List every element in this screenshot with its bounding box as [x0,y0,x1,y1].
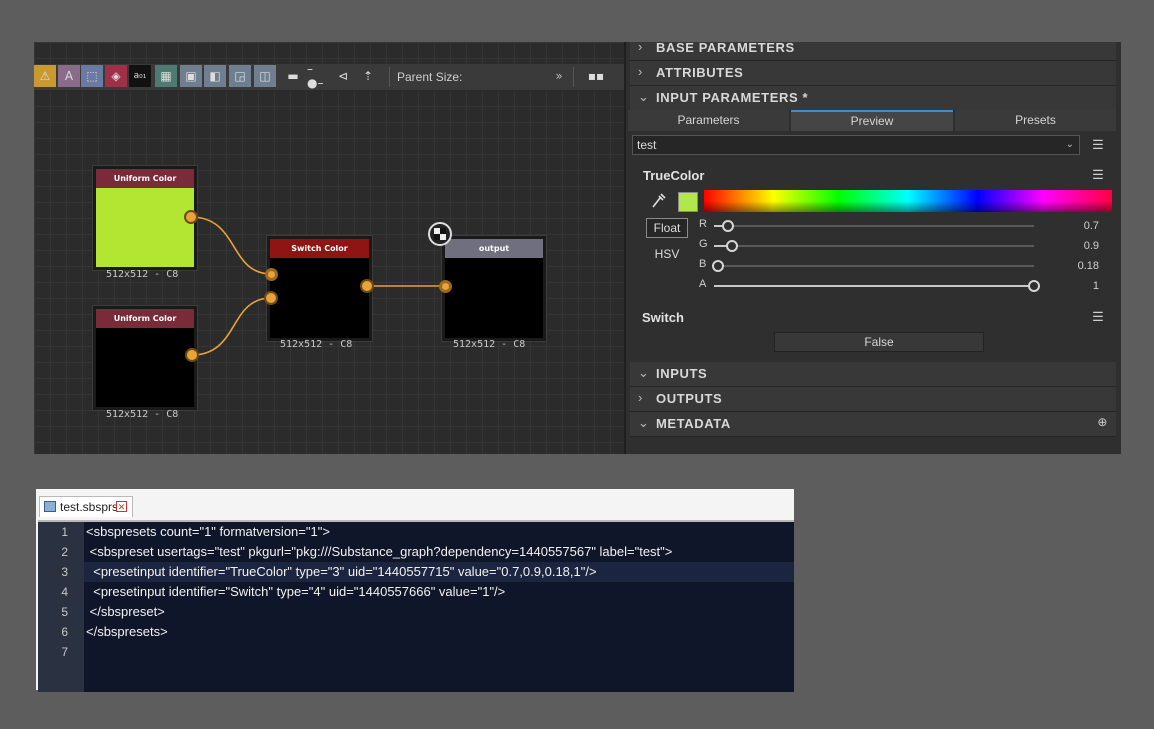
switch-value-button[interactable]: False [774,332,984,352]
node-caption: 512x512 - C8 [106,409,179,420]
slider-handle[interactable] [1028,280,1040,292]
section-input-parameters[interactable]: ⌄ INPUT PARAMETERS * [630,86,1116,111]
node-caption: 512x512 - C8 [453,339,526,350]
line-number: 3 [61,565,68,579]
preset-dropdown[interactable]: test ⌄ [632,135,1080,155]
truecolor-menu-icon[interactable]: ☰ [1091,168,1105,182]
slider-r[interactable] [714,220,1034,232]
chevron-down-icon: ⌄ [638,415,650,430]
line-number: 5 [61,605,68,619]
line-number: 2 [61,545,68,559]
code-line: </sbspresets> [86,624,168,639]
node-output[interactable]: output [442,236,546,341]
float-mode-button[interactable]: Float [646,218,688,238]
switch-label: Switch [642,310,684,325]
node-switch-color[interactable]: Switch Color [267,236,372,341]
code-line: <sbspresets count="1" formatversion="1"> [86,524,330,539]
color-swatch[interactable] [678,192,698,212]
input-port[interactable] [439,280,452,293]
chevron-down-icon: ⌄ [638,89,650,104]
output-port[interactable] [360,279,374,293]
wire-uniform2-to-switch [191,297,272,356]
tab-preview[interactable]: Preview [791,110,953,131]
output-checker-icon [428,222,452,246]
hsv-mode-button[interactable]: HSV [646,245,688,265]
code-line: <presetinput identifier="Switch" type="4… [86,584,506,599]
chevron-right-icon: › [638,42,643,54]
text-editor: test.sbsprs ✕ 1 2 3 4 5 6 7 <sbspresets … [36,489,794,692]
slider-label-a: A [699,278,707,290]
slider-b[interactable] [712,260,1034,272]
file-tab-name: test.sbsprs [60,500,119,514]
section-base-parameters[interactable]: › BASE PARAMETERS [630,42,1116,61]
output-port[interactable] [184,210,198,224]
slider-handle[interactable] [712,260,724,272]
slider-handle[interactable] [726,240,738,252]
node-title: Uniform Color [96,169,194,188]
slider-handle[interactable] [722,220,734,232]
slider-label-g: G [699,238,708,250]
tab-presets[interactable]: Presets [955,110,1116,131]
section-metadata[interactable]: ⌄ METADATA ⊕ [630,412,1116,437]
slider-a[interactable] [714,280,1040,292]
node-caption: 512x512 - C8 [106,269,179,280]
add-metadata-icon[interactable]: ⊕ [1097,415,1108,429]
properties-panel: › BASE PARAMETERS › ATTRIBUTES ⌄ INPUT P… [624,42,1121,454]
node-title: Uniform Color [96,309,194,328]
file-tab[interactable]: test.sbsprs ✕ [39,496,133,517]
chevron-down-icon: ⌄ [1065,139,1074,150]
preset-dropdown-value: test [637,138,657,152]
tab-parameters[interactable]: Parameters [628,110,789,131]
chevron-right-icon: › [638,64,643,79]
slider-value-b[interactable]: 0.18 [1059,260,1099,272]
preset-menu-icon[interactable]: ☰ [1091,138,1105,152]
code-line: <sbspreset usertags="test" pkgurl="pkg:/… [86,544,673,559]
input-port[interactable] [264,291,278,305]
color-spectrum-picker[interactable] [704,190,1112,212]
switch-menu-icon[interactable]: ☰ [1091,310,1105,324]
chevron-right-icon: › [638,390,643,405]
node-uniform-color-2[interactable]: Uniform Color [93,306,197,410]
node-caption: 512x512 - C8 [280,339,353,350]
code-line: </sbspreset> [86,604,165,619]
input-port[interactable] [265,268,278,281]
section-outputs[interactable]: › OUTPUTS [630,387,1116,412]
line-number: 4 [61,585,68,599]
slider-value-g[interactable]: 0.9 [1059,240,1099,252]
node-thumbnail [96,188,194,267]
node-uniform-color-1[interactable]: Uniform Color [93,166,197,270]
node-graph-canvas[interactable]: ⚠ A ⬚ ◈ a₀₁ ▦ ▣ ◧ ◲ ◫ ▬ –●– ⊲ ⇡ Parent S… [34,42,624,454]
node-title: Switch Color [270,239,369,258]
slider-label-b: B [699,258,707,270]
save-icon [44,501,56,512]
slider-value-a[interactable]: 1 [1059,280,1099,292]
line-number: 7 [61,645,68,659]
slider-label-r: R [699,218,707,230]
parameter-tabs: Parameters Preview Presets [628,110,1116,131]
section-inputs[interactable]: ⌄ INPUTS [630,362,1116,387]
eyedropper-icon[interactable] [650,192,666,210]
truecolor-label: TrueColor [643,168,705,183]
code-area[interactable]: 1 2 3 4 5 6 7 <sbspresets count="1" form… [38,520,794,692]
line-number: 6 [61,625,68,639]
node-title: output [445,239,543,258]
chevron-down-icon: ⌄ [638,365,650,380]
code-line: <presetinput identifier="TrueColor" type… [86,564,597,579]
close-icon[interactable]: ✕ [116,501,127,512]
slider-g[interactable] [714,240,1034,252]
line-number: 1 [61,525,68,539]
slider-value-r[interactable]: 0.7 [1059,220,1099,232]
section-attributes[interactable]: › ATTRIBUTES [630,61,1116,86]
output-port[interactable] [185,348,199,362]
wire-uniform1-to-switch [190,216,272,275]
